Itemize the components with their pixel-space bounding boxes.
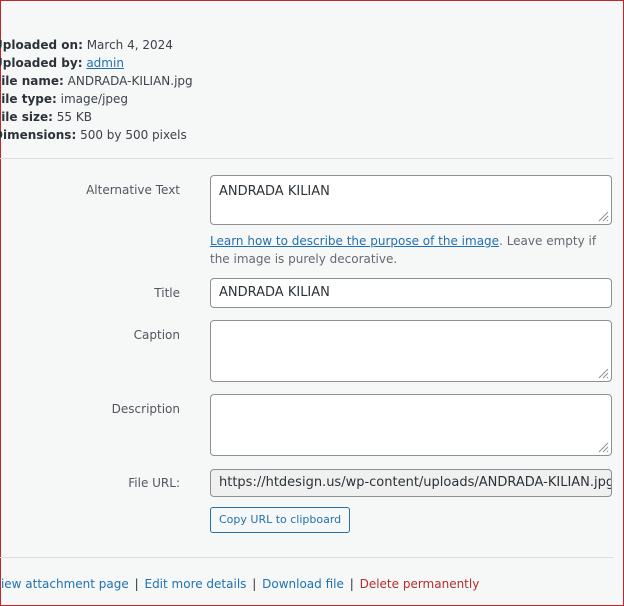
alt-text-input[interactable]: ANDRADA KILIAN [210,175,612,225]
download-file-link[interactable]: Download file [262,577,344,591]
frame-border-top [0,0,624,1]
edit-more-details-link[interactable]: Edit more details [144,577,246,591]
file-url-label: File URL: [128,476,180,490]
alt-text-help: Learn how to describe the purpose of the… [210,232,612,268]
file-size-label: File size: [0,110,53,124]
resize-grip-icon[interactable] [597,367,609,379]
attachment-actions: View attachment page | Edit more details… [0,575,479,593]
file-url-value: https://htdesign.us/wp-content/uploads/A… [219,475,612,490]
resize-grip-icon[interactable] [597,441,609,453]
file-name-row: File name: ANDRADA-KILIAN.jpg [0,72,193,90]
title-value: ANDRADA KILIAN [219,285,330,300]
uploaded-by-label: Uploaded by: [0,56,83,70]
file-url-input[interactable]: https://htdesign.us/wp-content/uploads/A… [210,469,612,497]
separator: | [252,577,257,591]
uploaded-by-row: Uploaded by: admin [0,54,193,72]
file-name-value: ANDRADA-KILIAN.jpg [67,74,193,88]
copy-url-button[interactable]: Copy URL to clipboard [210,507,351,533]
delete-permanently-link[interactable]: Delete permanently [360,577,480,591]
uploaded-on-label: Uploaded on: [0,38,83,52]
description-label: Description [111,402,180,416]
file-details: Uploaded on: March 4, 2024 Uploaded by: … [0,36,193,144]
caption-label: Caption [133,328,180,342]
title-label: Title [154,286,180,300]
uploaded-on-row: Uploaded on: March 4, 2024 [0,36,193,54]
alt-text-value: ANDRADA KILIAN [219,184,330,199]
actions-divider [0,557,613,558]
file-type-row: File type: image/jpeg [0,90,193,108]
view-attachment-link[interactable]: View attachment page [0,577,129,591]
file-size-row: File size: 55 KB [0,108,193,126]
dimensions-value: 500 by 500 pixels [80,128,187,142]
details-divider [0,158,613,159]
alt-text-label: Alternative Text [86,183,180,197]
resize-grip-icon[interactable] [597,210,609,222]
uploaded-by-link[interactable]: admin [86,56,124,70]
file-size-value: 55 KB [56,110,92,124]
caption-input[interactable] [210,320,612,382]
file-name-label: File name: [0,74,64,88]
description-input[interactable] [210,394,612,456]
separator: | [134,577,139,591]
dimensions-row: Dimensions: 500 by 500 pixels [0,126,193,144]
alt-text-help-link[interactable]: Learn how to describe the purpose of the… [210,234,499,248]
file-type-label: File type: [0,92,57,106]
file-type-value: image/jpeg [60,92,129,106]
uploaded-on-value: March 4, 2024 [86,38,173,52]
dimensions-label: Dimensions: [0,128,77,142]
title-input[interactable]: ANDRADA KILIAN [210,278,612,308]
separator: | [349,577,354,591]
